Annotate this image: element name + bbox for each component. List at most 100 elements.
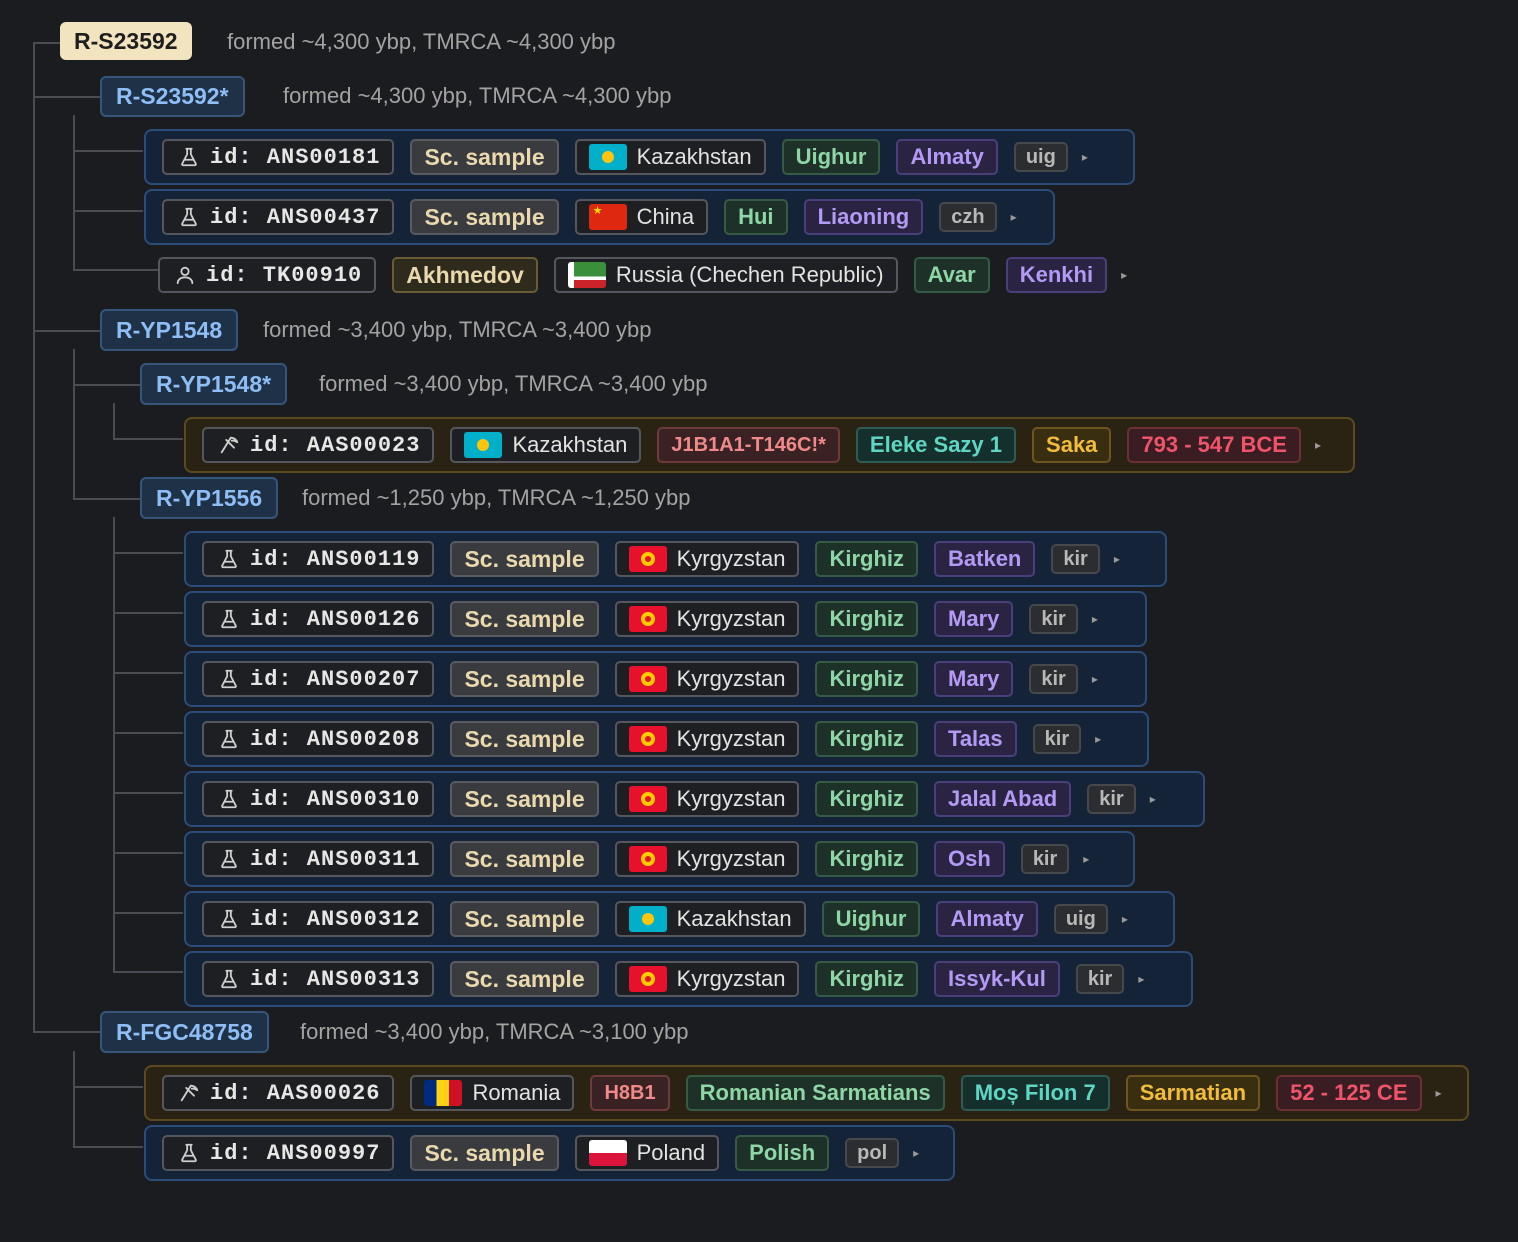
- ethnicity-chip[interactable]: Polish: [735, 1135, 830, 1171]
- sample-id-chip[interactable]: id: ANS00437: [162, 199, 395, 235]
- clade-tag-yp1556[interactable]: R-YP1556: [140, 477, 279, 519]
- date-range-chip[interactable]: 52 - 125 CE: [1276, 1075, 1422, 1111]
- location-chip[interactable]: Osh: [934, 841, 1005, 877]
- location-chip[interactable]: Batken: [934, 541, 1036, 577]
- country-chip[interactable]: Kyrgyzstan: [614, 841, 800, 877]
- sample-card[interactable]: id: ANS00207 Sc. sample Kyrgyzstan Kirghiz M…: [184, 651, 1147, 707]
- clade-tag-fgc48758[interactable]: R-FGC48758: [100, 1011, 269, 1053]
- sample-id-chip[interactable]: id: TK00910: [158, 257, 377, 293]
- expand-arrow-icon[interactable]: ▸: [1315, 438, 1321, 452]
- sample-card[interactable]: id: ANS00119 Sc. sample Kyrgyzstan Kirghiz B…: [184, 531, 1167, 587]
- country-chip[interactable]: Kyrgyzstan: [614, 961, 800, 997]
- expand-arrow-icon[interactable]: ▸: [1011, 210, 1017, 224]
- location-chip[interactable]: Jalal Abad: [934, 781, 1072, 817]
- sample-card[interactable]: id: ANS00997 Sc. sample Poland Polish pol ▸: [144, 1125, 955, 1181]
- sample-id-chip[interactable]: id: ANS00310: [202, 781, 435, 817]
- sample-id-chip[interactable]: id: ANS00311: [202, 841, 435, 877]
- location-chip[interactable]: Mary: [934, 601, 1014, 637]
- ethnicity-chip[interactable]: Kirghiz: [815, 961, 919, 997]
- location-chip[interactable]: Issyk-Kul: [934, 961, 1060, 997]
- sample-card[interactable]: id: AAS00026 Romania H8B1 Romanian Sarmatia…: [144, 1065, 1469, 1121]
- haplogroup-chip[interactable]: H8B1: [590, 1075, 670, 1111]
- clade-tag-yp1548[interactable]: R-YP1548: [100, 309, 239, 351]
- site-chip[interactable]: Moș Filon 7: [960, 1075, 1110, 1111]
- sample-id-chip[interactable]: id: AAS00023: [202, 427, 435, 463]
- sample-card[interactable]: id: ANS00208 Sc. sample Kyrgyzstan Kirghiz T…: [184, 711, 1149, 767]
- sample-card[interactable]: id: ANS00312 Sc. sample Kazakhstan Uighur Al…: [184, 891, 1175, 947]
- sample-card[interactable]: id: ANS00313 Sc. sample Kyrgyzstan Kirghiz I…: [184, 951, 1193, 1007]
- location-chip[interactable]: Talas: [934, 721, 1017, 757]
- sample-card[interactable]: id: ANS00311 Sc. sample Kyrgyzstan Kirghiz O…: [184, 831, 1135, 887]
- country-chip[interactable]: Kyrgyzstan: [614, 601, 800, 637]
- country-chip[interactable]: Kyrgyzstan: [614, 781, 800, 817]
- expand-arrow-icon[interactable]: ▸: [1436, 1086, 1442, 1100]
- ethnicity-chip[interactable]: Kirghiz: [815, 841, 919, 877]
- language-chip[interactable]: czh: [939, 202, 997, 232]
- expand-arrow-icon[interactable]: ▸: [1095, 732, 1101, 746]
- language-chip[interactable]: kir: [1032, 724, 1082, 754]
- language-chip[interactable]: uig: [1013, 142, 1068, 172]
- country-chip[interactable]: Poland: [574, 1135, 720, 1171]
- clade-tag-yp1548star[interactable]: R-YP1548*: [140, 363, 288, 405]
- sample-id-chip[interactable]: id: ANS00181: [162, 139, 395, 175]
- country-chip[interactable]: Kazakhstan: [614, 901, 806, 937]
- ethnicity-chip[interactable]: Avar: [913, 257, 990, 293]
- country-chip[interactable]: Kazakhstan: [450, 427, 642, 463]
- expand-arrow-icon[interactable]: ▸: [1092, 612, 1098, 626]
- sample-card[interactable]: id: ANS00437 Sc. sample ★ China Hui Liaoning c…: [144, 189, 1055, 245]
- expand-arrow-icon[interactable]: ▸: [913, 1146, 919, 1160]
- language-chip[interactable]: uig: [1053, 904, 1108, 934]
- expand-arrow-icon[interactable]: ▸: [1114, 552, 1120, 566]
- country-chip[interactable]: Kyrgyzstan: [614, 721, 800, 757]
- ethnicity-chip[interactable]: Kirghiz: [815, 601, 919, 637]
- ethnicity-chip[interactable]: Kirghiz: [815, 661, 919, 697]
- clade-tag-s23592star[interactable]: R-S23592*: [100, 76, 245, 117]
- date-range-chip[interactable]: 793 - 547 BCE: [1127, 427, 1301, 463]
- sample-type-chip[interactable]: Sc. sample: [410, 1135, 559, 1171]
- language-chip[interactable]: kir: [1087, 784, 1136, 814]
- sample-type-chip[interactable]: Sc. sample: [450, 661, 599, 697]
- sample-card[interactable]: id: ANS00126 Sc. sample Kyrgyzstan Kirghiz M…: [184, 591, 1147, 647]
- language-chip[interactable]: kir: [1029, 604, 1078, 634]
- expand-arrow-icon[interactable]: ▸: [1138, 972, 1144, 986]
- ethnicity-chip[interactable]: Kirghiz: [815, 541, 919, 577]
- sample-id-chip[interactable]: id: ANS00312: [202, 901, 435, 937]
- sample-type-chip[interactable]: Sc. sample: [410, 139, 559, 175]
- location-chip[interactable]: Almaty: [896, 139, 998, 175]
- culture-chip[interactable]: Saka: [1032, 427, 1112, 463]
- sample-type-chip[interactable]: Sc. sample: [450, 781, 599, 817]
- sample-id-chip[interactable]: id: ANS00208: [202, 721, 435, 757]
- sample-card[interactable]: id: ANS00310 Sc. sample Kyrgyzstan Kirghiz J…: [184, 771, 1205, 827]
- root-clade-tag[interactable]: R-S23592: [60, 22, 192, 60]
- sample-id-chip[interactable]: id: AAS00026: [162, 1075, 395, 1111]
- ethnicity-chip[interactable]: Romanian Sarmatians: [685, 1075, 945, 1111]
- ethnicity-chip[interactable]: Uighur: [781, 139, 881, 175]
- sample-type-chip[interactable]: Sc. sample: [410, 199, 559, 235]
- country-chip[interactable]: Kyrgyzstan: [614, 661, 800, 697]
- expand-arrow-icon[interactable]: ▸: [1121, 268, 1127, 282]
- location-chip[interactable]: Liaoning: [803, 199, 924, 235]
- expand-arrow-icon[interactable]: ▸: [1082, 150, 1088, 164]
- sample-type-chip[interactable]: Sc. sample: [450, 601, 599, 637]
- sample-type-chip[interactable]: Sc. sample: [450, 961, 599, 997]
- country-chip[interactable]: Kazakhstan: [574, 139, 766, 175]
- sample-card[interactable]: id: AAS00023 Kazakhstan J1B1A1-T146C!* Elek…: [184, 417, 1355, 473]
- sample-type-chip[interactable]: Sc. sample: [450, 901, 599, 937]
- expand-arrow-icon[interactable]: ▸: [1092, 672, 1098, 686]
- sample-name-chip[interactable]: Akhmedov: [392, 257, 538, 293]
- ethnicity-chip[interactable]: Kirghiz: [815, 781, 919, 817]
- ethnicity-chip[interactable]: Hui: [724, 199, 788, 235]
- country-chip[interactable]: Kyrgyzstan: [614, 541, 800, 577]
- expand-arrow-icon[interactable]: ▸: [1150, 792, 1156, 806]
- site-chip[interactable]: Eleke Sazy 1: [855, 427, 1017, 463]
- language-chip[interactable]: kir: [1075, 964, 1125, 994]
- country-chip[interactable]: Romania: [410, 1075, 575, 1111]
- location-chip[interactable]: Almaty: [936, 901, 1038, 937]
- country-chip[interactable]: Russia (Chechen Republic): [553, 257, 898, 293]
- language-chip[interactable]: kir: [1029, 664, 1078, 694]
- expand-arrow-icon[interactable]: ▸: [1083, 852, 1089, 866]
- haplogroup-chip[interactable]: J1B1A1-T146C!*: [657, 427, 840, 463]
- sample-card[interactable]: id: ANS00181 Sc. sample Kazakhstan Uighur Al…: [144, 129, 1135, 185]
- sample-id-chip[interactable]: id: ANS00119: [202, 541, 435, 577]
- ethnicity-chip[interactable]: Uighur: [821, 901, 921, 937]
